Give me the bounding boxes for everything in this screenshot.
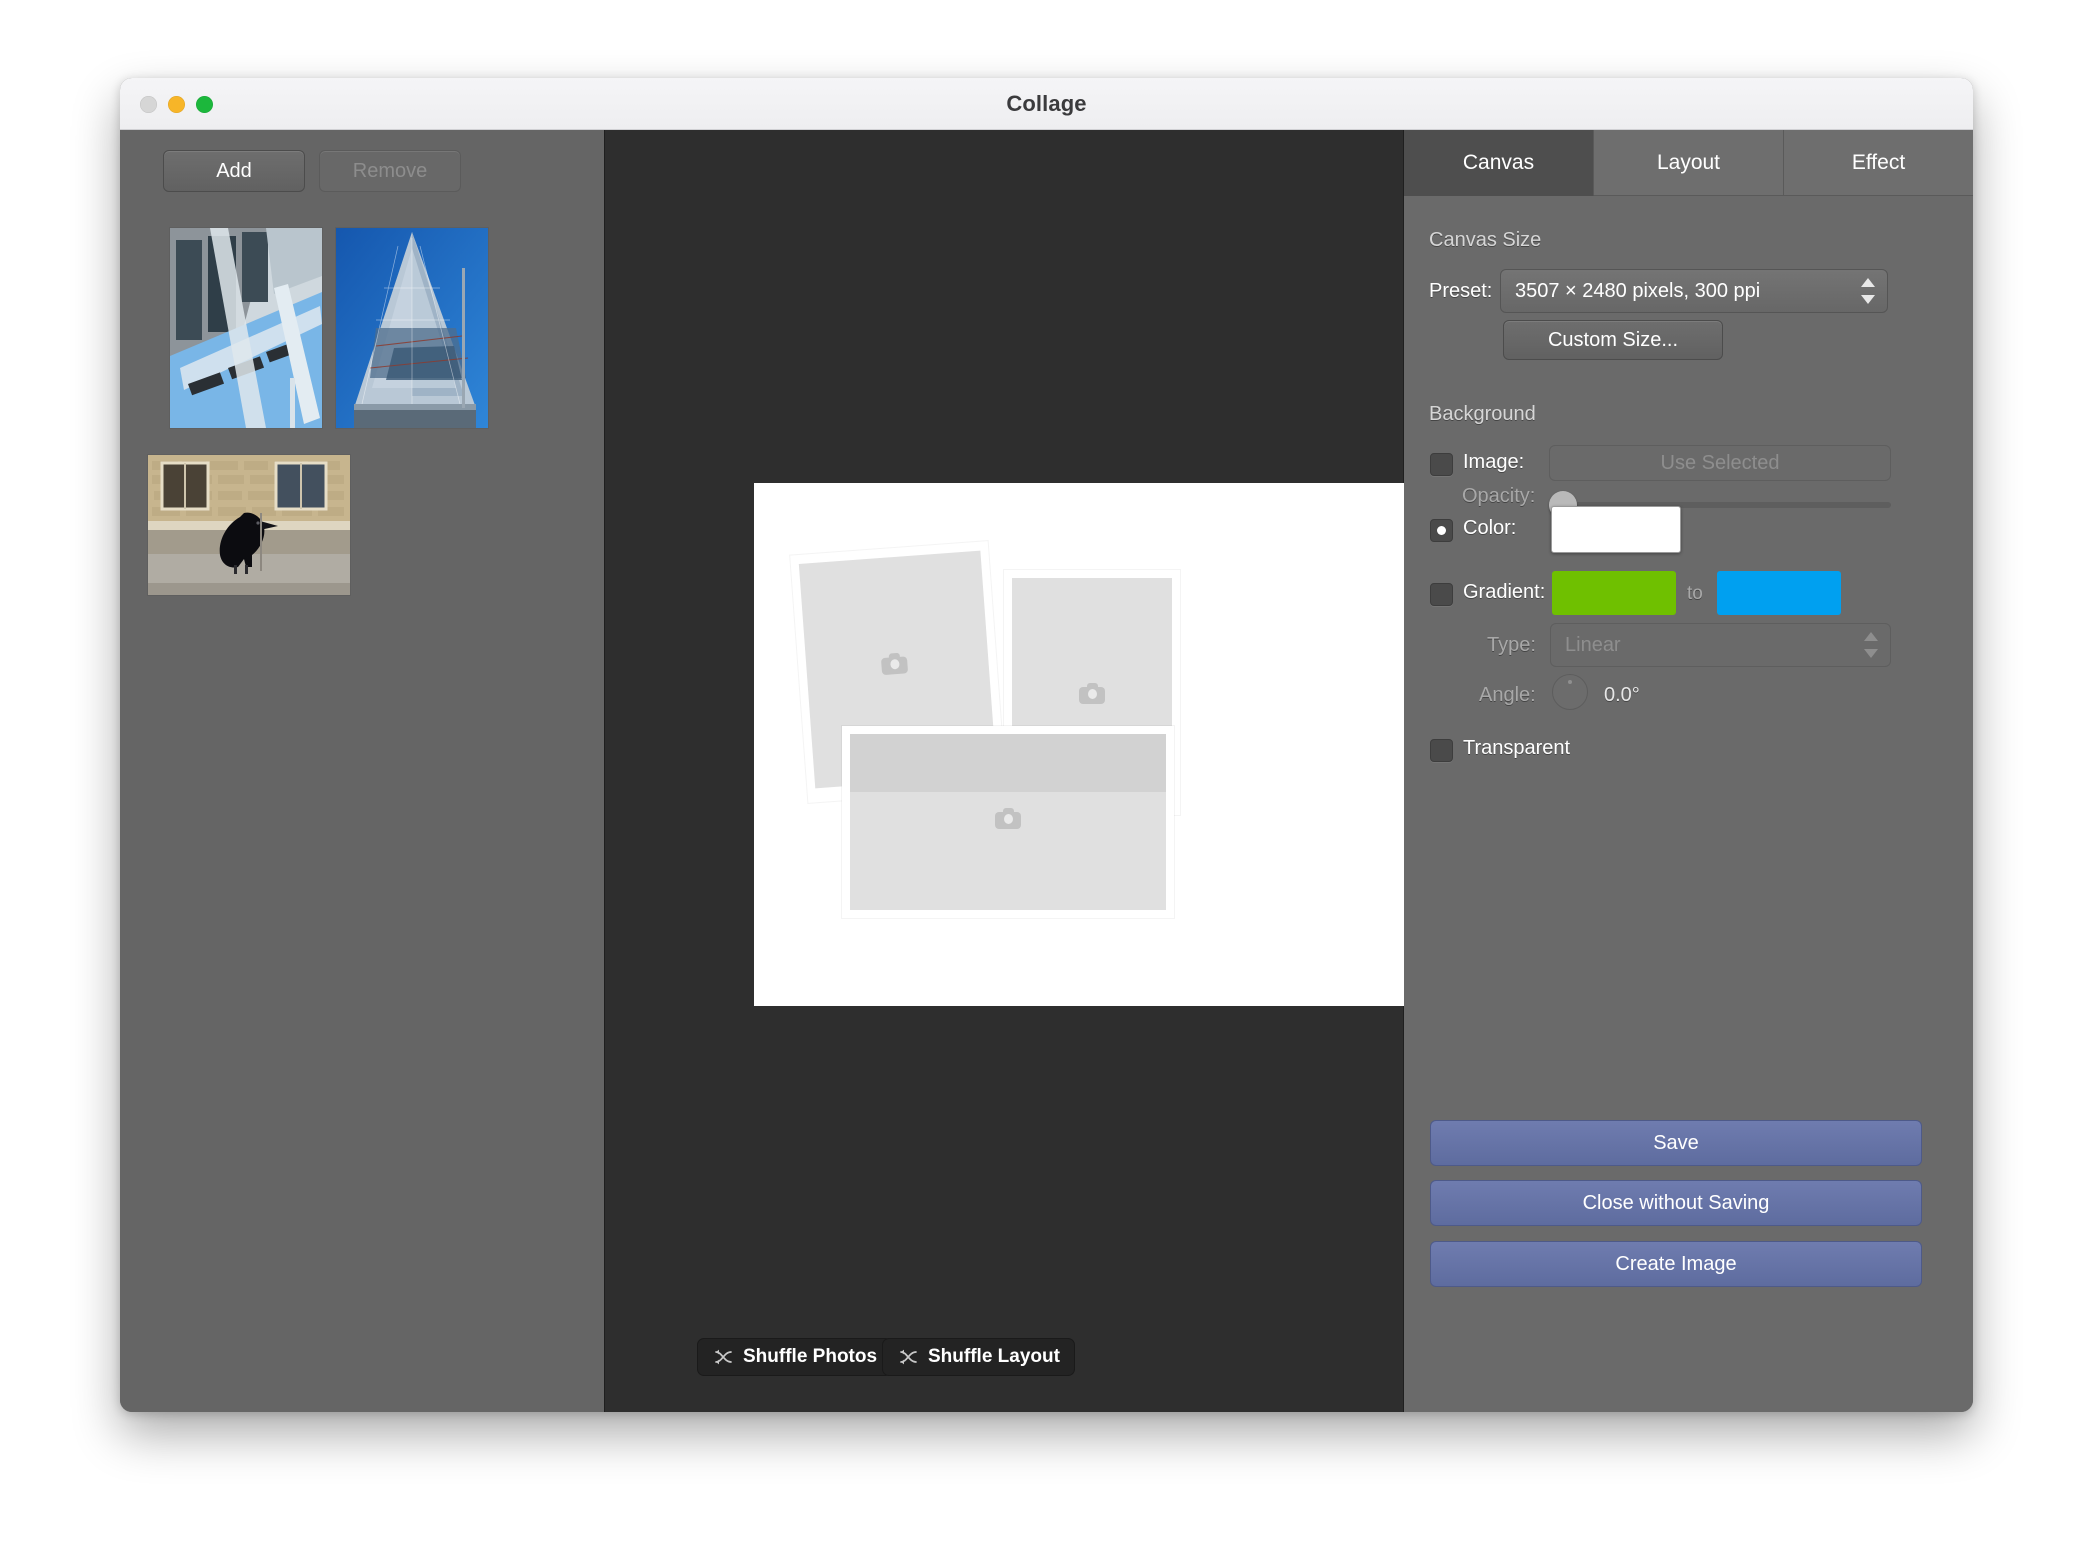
add-button[interactable]: Add [163,150,305,192]
raven-image [148,455,350,595]
sidebar-toolbar: Add Remove [120,150,604,192]
angle-value: 0.0° [1604,684,1640,706]
shuffle-photos-button[interactable]: Shuffle Photos [697,1338,893,1376]
inspector-panel: Canvas Layout Effect Canvas Size Preset:… [1404,130,1973,1412]
stepper-icon[interactable] [1864,632,1878,658]
shuffle-layout-button[interactable]: Shuffle Layout [882,1338,1075,1376]
gradient-type-value: Linear [1565,633,1621,656]
background-section-label: Background [1429,403,1536,425]
transparent-label: Transparent [1463,737,1571,759]
canvas-size-section-label: Canvas Size [1429,229,1542,251]
image-label: Image: [1463,451,1525,473]
color-label: Color: [1463,517,1517,539]
window-titlebar: Collage [120,78,1973,130]
window-title: Collage [1006,91,1087,116]
glass-atrium-image [170,228,322,428]
gradient-end-swatch[interactable] [1717,571,1841,615]
shuffle-layout-label: Shuffle Layout [928,1346,1060,1367]
photo-sidebar: Add Remove [120,130,604,1412]
placeholder-overlap-shade [850,734,1166,792]
skyscraper-image [336,228,488,428]
tab-layout[interactable]: Layout [1594,130,1784,196]
close-without-saving-button[interactable]: Close without Saving [1430,1180,1922,1226]
collage-window: Collage Add Remove Shuffle Photos Shuffl… [120,78,1973,1412]
gradient-label: Gradient: [1463,581,1546,603]
preset-value: 3507 × 2480 pixels, 300 ppi [1515,279,1761,302]
shuffle-photos-label: Shuffle Photos [743,1346,878,1367]
camera-icon [1079,683,1105,704]
tab-effect[interactable]: Effect [1784,130,1973,196]
thumbnail-raven[interactable] [148,455,350,595]
thumbnail-glass-atrium[interactable] [170,228,322,428]
shuffle-icon [715,1349,732,1365]
transparent-checkbox[interactable] [1430,739,1453,762]
canvas-tab-content: Canvas Size Preset: 3507 × 2480 pixels, … [1404,196,1973,1412]
angle-dial[interactable] [1552,674,1588,710]
use-selected-button[interactable]: Use Selected [1549,445,1891,481]
shuffle-toolbar: Shuffle Photos Shuffle Layout [605,1338,1405,1378]
background-color-swatch[interactable] [1551,506,1681,553]
camera-icon [995,808,1021,829]
opacity-label: Opacity: [1462,485,1536,507]
collage-canvas[interactable] [754,483,1494,1006]
save-button[interactable]: Save [1430,1120,1922,1166]
angle-label: Angle: [1479,684,1536,706]
tab-canvas[interactable]: Canvas [1404,130,1594,196]
gradient-type-label: Type: [1487,634,1536,656]
inspector-tabs: Canvas Layout Effect [1404,130,1973,196]
collage-preview-area: Shuffle Photos Shuffle Layout [604,130,1494,1412]
stepper-icon[interactable] [1861,278,1875,304]
gradient-start-swatch[interactable] [1552,571,1676,615]
preset-label: Preset: [1429,280,1493,302]
remove-button[interactable]: Remove [319,150,461,192]
gradient-to-label: to [1687,583,1703,604]
preset-select[interactable]: 3507 × 2480 pixels, 300 ppi [1500,269,1888,313]
gradient-checkbox[interactable] [1430,583,1453,606]
color-radio[interactable] [1430,519,1453,542]
window-body: Add Remove Shuffle Photos Shuffle Layout… [120,130,1973,1412]
camera-icon [880,652,909,676]
thumbnail-skyscraper[interactable] [336,228,488,428]
image-checkbox[interactable] [1430,453,1453,476]
shuffle-icon [900,1349,917,1365]
create-image-button[interactable]: Create Image [1430,1241,1922,1287]
gradient-type-select[interactable]: Linear [1550,623,1891,667]
custom-size-button[interactable]: Custom Size... [1503,320,1723,360]
